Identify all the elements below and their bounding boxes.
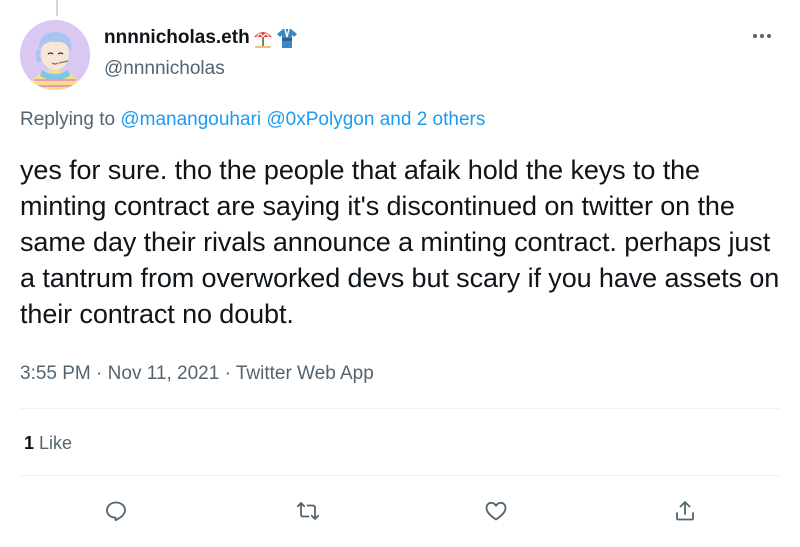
avatar-illustration [20,20,90,90]
tweet-date[interactable]: Nov 11, 2021 [108,363,220,384]
more-dots-icon [753,34,757,38]
retweet-icon [296,502,320,520]
thread-connector-line [56,0,58,16]
replying-to-line: Replying to @manangouhari @0xPolygon and… [20,108,485,132]
retweet-button[interactable] [291,494,325,528]
like-icon [485,501,507,521]
likes-count: 1 [24,433,35,453]
divider [20,408,780,409]
kimono-icon [276,27,298,49]
mention-link[interactable]: @0xPolygon [266,109,374,130]
tweet-time[interactable]: 3:55 PM [20,363,91,384]
mention-link[interactable]: @manangouhari [120,109,261,130]
tweet-source[interactable]: Twitter Web App [236,363,374,384]
share-icon [676,501,694,521]
others-link[interactable]: 2 others [417,109,486,130]
like-button[interactable] [479,494,513,528]
tweet-text: yes for sure. tho the people that afaik … [20,155,780,329]
divider [20,475,780,476]
share-button[interactable] [668,494,702,528]
reply-button[interactable] [99,494,133,528]
reply-icon [106,501,126,522]
meta-separator: · [96,363,103,384]
author-handle[interactable]: @nnnnicholas [104,58,298,80]
likes-label: Like [39,433,73,453]
replying-and-text: and [379,109,412,130]
replying-to-prefix: Replying to [20,109,116,130]
avatar[interactable] [20,20,90,90]
tweet-header: nnnnicholas.eth @nnnnicholas [104,26,298,80]
tweet-metadata: 3:55 PM · Nov 11, 2021 · Twitter Web App [20,362,374,386]
action-bar [0,494,800,528]
umbrella-on-ground-icon [252,27,274,49]
author-display-name-row[interactable]: nnnnicholas.eth [104,26,298,50]
author-display-name[interactable]: nnnnicholas.eth [104,26,250,50]
more-options-button[interactable] [746,26,778,46]
more-dots-icon [760,34,764,38]
more-dots-icon [767,34,771,38]
meta-separator: · [224,363,231,384]
likes-stat[interactable]: 1 Like [24,431,72,455]
